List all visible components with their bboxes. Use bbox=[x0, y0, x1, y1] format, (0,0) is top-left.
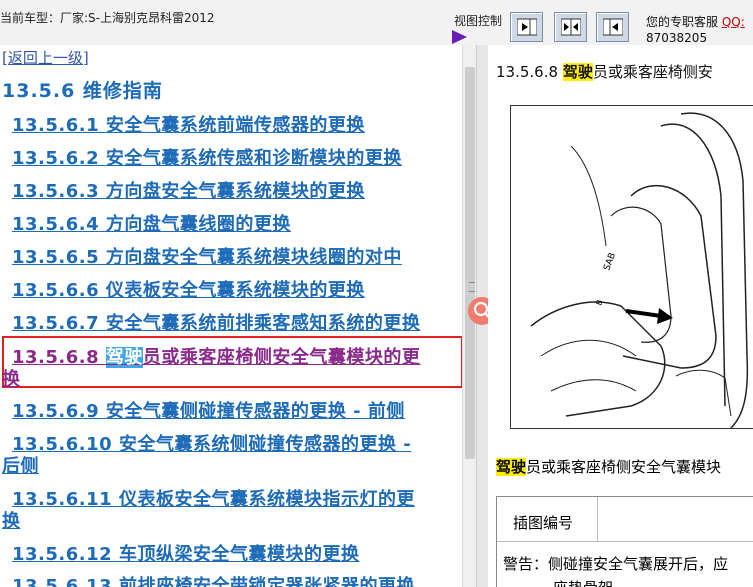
toc-item[interactable]: 13.5.6.13 前排座椅安全带锁定器张紧器的更换 bbox=[12, 572, 415, 587]
expand-left-button[interactable] bbox=[596, 12, 629, 42]
toc-item-cont[interactable]: 换 bbox=[2, 507, 21, 533]
toc-item[interactable]: 13.5.6.11 仪表板安全气囊系统模块指示灯的更 bbox=[12, 485, 415, 511]
grip-icon bbox=[469, 282, 475, 292]
toc-item[interactable]: 13.5.6.9 安全气囊侧碰撞传感器的更换 - 前侧 bbox=[12, 397, 405, 423]
split-view-button[interactable] bbox=[554, 12, 587, 42]
toc-item[interactable]: 13.5.6.10 安全气囊系统侧碰撞传感器的更换 - bbox=[12, 430, 411, 456]
split-view-icon bbox=[561, 18, 581, 36]
support-qq-link[interactable]: QQ: bbox=[722, 15, 745, 29]
support-number: 87038205 bbox=[646, 31, 708, 45]
view-control-label: 视图控制 bbox=[454, 14, 503, 28]
svg-text:B: B bbox=[594, 298, 604, 306]
view-control-arrow-icon[interactable] bbox=[452, 30, 467, 44]
search-match: 驾驶 bbox=[105, 347, 143, 368]
warning-text: 警告：侧碰撞安全气囊展开后，应 bbox=[503, 555, 729, 573]
back-link[interactable]: [返回上一级] bbox=[2, 47, 89, 68]
scrollbar-thumb[interactable] bbox=[465, 67, 475, 459]
content-panel: 13.5.6.8 驾驶员或乘客座椅侧安 SAB B 驾驶员或乘客座椅侧安全气囊模… bbox=[488, 45, 753, 587]
collapse-right-icon bbox=[603, 18, 623, 36]
toc-item[interactable]: 13.5.6.1 安全气囊系统前端传感器的更换 bbox=[12, 111, 365, 137]
warning-text-cont: 座垫骨架 bbox=[553, 577, 613, 587]
toc-item[interactable]: 13.5.6.7 安全气囊系统前排乘客感知系统的更换 bbox=[12, 309, 420, 335]
toc-item[interactable]: 13.5.6.12 车顶纵梁安全气囊模块的更换 bbox=[12, 540, 359, 566]
support-label: 您的专职客服 bbox=[646, 15, 719, 29]
toc-item-cont[interactable]: 后侧 bbox=[2, 452, 39, 478]
toc-item[interactable]: 13.5.6.6 仪表板安全气囊系统模块的更换 bbox=[12, 276, 365, 302]
table-header: 插图编号 bbox=[513, 514, 574, 532]
current-vehicle: 当前车型：厂家:S-上海别克昂科雷2012 bbox=[0, 11, 215, 25]
section-title: 13.5.6 维修指南 bbox=[2, 80, 163, 102]
figure-caption: 驾驶员或乘客座椅侧安全气囊模块 bbox=[496, 458, 722, 476]
seat-illustration: SAB B bbox=[510, 105, 753, 429]
procedure-title: 13.5.6.8 驾驶员或乘客座椅侧安 bbox=[496, 63, 713, 81]
toc-item-selected[interactable]: 13.5.6.8 驾驶员或乘客座椅侧安全气囊模块的更 bbox=[12, 343, 420, 369]
svg-text:SAB: SAB bbox=[602, 251, 618, 272]
expand-right-button[interactable] bbox=[510, 12, 543, 42]
procedure-table: 插图编号 警告：侧碰撞安全气囊展开后，应 座垫骨架 bbox=[496, 496, 753, 587]
top-toolbar: 当前车型：厂家:S-上海别克昂科雷2012 视图控制 您的专职客服 QQ: 87… bbox=[0, 0, 753, 46]
collapse-left-icon bbox=[517, 18, 537, 36]
search-match: 驾驶 bbox=[496, 458, 527, 476]
toc-item-selected-cont[interactable]: 换 bbox=[2, 365, 21, 391]
toc-item[interactable]: 13.5.6.3 方向盘安全气囊系统模块的更换 bbox=[12, 177, 365, 203]
toc-item[interactable]: 13.5.6.4 方向盘气囊线圈的更换 bbox=[12, 210, 291, 236]
toc-item[interactable]: 13.5.6.5 方向盘安全气囊系统模块线圈的对中 bbox=[12, 243, 402, 269]
toc-panel: [返回上一级] 13.5.6 维修指南 13.5.6.1 安全气囊系统前端传感器… bbox=[0, 45, 462, 587]
toc-item[interactable]: 13.5.6.2 安全气囊系统传感和诊断模块的更换 bbox=[12, 144, 402, 170]
customer-support: 您的专职客服 QQ: 87038205 bbox=[646, 14, 745, 46]
search-match: 驾驶 bbox=[562, 63, 593, 81]
